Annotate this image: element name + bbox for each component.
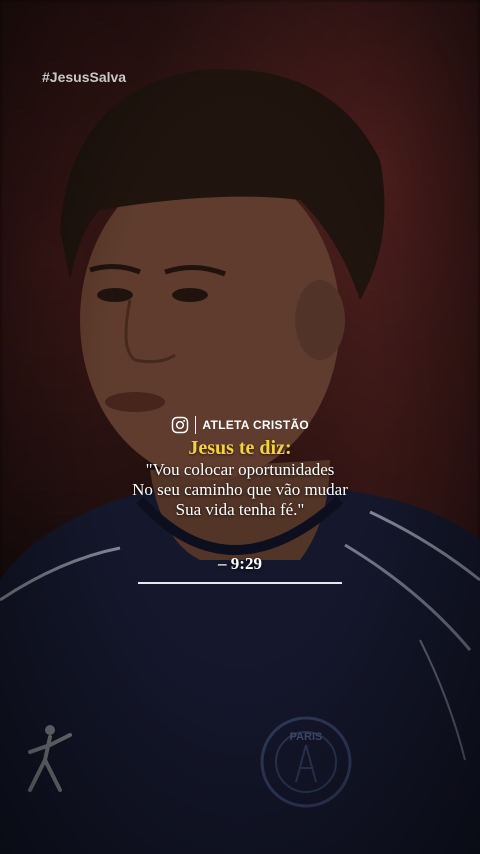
brand-separator <box>194 416 197 434</box>
instagram-icon <box>171 416 189 434</box>
hashtag-label: #JesusSalva <box>42 69 127 85</box>
quote-line: "Vou colocar oportunidades <box>145 460 335 479</box>
divider-line <box>138 582 342 584</box>
quote-line: Sua vida tenha fé." <box>175 500 305 519</box>
quote-line: No seu caminho que vão mudar <box>132 480 348 499</box>
quote-heading: Jesus te diz: <box>188 437 292 459</box>
quote-overlay: ATLETA CRISTÃO Jesus te diz: "Vou coloca… <box>0 416 480 574</box>
quote-text: "Vou colocar oportunidades No seu caminh… <box>0 460 480 520</box>
brand-badge: ATLETA CRISTÃO <box>171 416 309 434</box>
brand-name: ATLETA CRISTÃO <box>202 418 310 432</box>
verse-reference: – 9:29 <box>218 554 262 573</box>
